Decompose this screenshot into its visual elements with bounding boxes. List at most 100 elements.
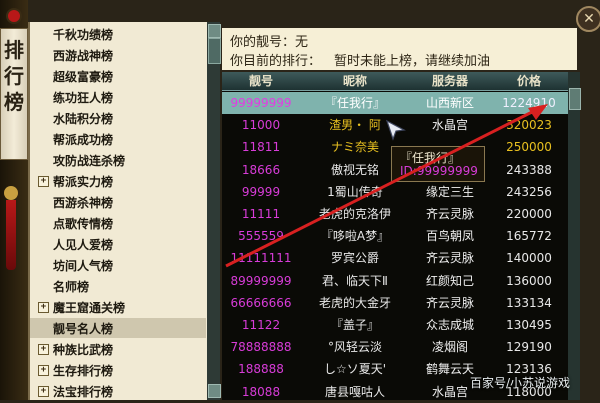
list-item-3[interactable]: 超级富豪榜 (30, 66, 206, 86)
list-item-5[interactable]: 水陆积分榜 (30, 108, 206, 128)
cell-price: 320023 (506, 118, 552, 133)
list-item-10[interactable]: 点歌传情榜 (30, 213, 206, 233)
expand-icon[interactable]: + (38, 175, 49, 187)
scroll-down-button[interactable] (208, 384, 221, 398)
list-item-label: 水陆积分榜 (53, 111, 114, 126)
list-item-label: 西游战神榜 (53, 48, 114, 63)
cell-number: 11122 (241, 318, 281, 332)
cell-server: 红颜知己 (425, 273, 474, 288)
table-row[interactable]: 99999 1蜀山传奇 缘定三生 243256 (222, 181, 568, 203)
cell-number: 18666 (241, 162, 281, 177)
banner-char-3: 榜 (4, 90, 24, 114)
cell-number: 99999999 (230, 96, 292, 110)
banner-title: 排 行 榜 (3, 37, 25, 115)
red-tassel (6, 200, 16, 270)
list-item-label: 西游杀神榜 (53, 195, 114, 210)
table-row[interactable]: 99999999 『任我行』 山西新区 1224910 (222, 92, 568, 114)
cell-price: 220000 (506, 207, 552, 221)
player-tooltip: 『任我行』 ID:99999999 (391, 146, 485, 182)
cell-server: 百鸟朝凤 (425, 229, 474, 244)
cell-price: 140000 (506, 251, 552, 266)
tassel-knot (4, 186, 18, 200)
cell-number: 555559 (238, 229, 284, 244)
expand-icon[interactable]: + (38, 343, 49, 355)
list-item-7[interactable]: 攻防战连杀榜 (30, 150, 206, 170)
cell-nickname: 『盖子』 (330, 318, 379, 332)
banner-char-2: 行 (4, 64, 24, 88)
table-row[interactable]: 66666666 老虎的大金牙 齐云灵脉 133134 (222, 292, 568, 314)
cell-nickname: 1蜀山传奇 (327, 184, 383, 199)
table-scrollbar[interactable] (568, 72, 581, 400)
list-item-label: 人见人爱榜 (53, 237, 114, 252)
column-header-price[interactable]: 价格 (490, 72, 568, 90)
column-header-nickname[interactable]: 昵称 (300, 72, 410, 90)
list-item-14[interactable]: + 魔王窟通关榜 (30, 297, 206, 317)
list-item-label: 超级富豪榜 (53, 69, 114, 84)
column-header-server[interactable]: 服务器 (410, 72, 490, 90)
cell-nickname: 老虎的克洛伊 (318, 207, 391, 221)
list-item-1[interactable]: 千秋功绩榜 (30, 24, 206, 44)
cell-number: 11000 (241, 118, 281, 133)
cell-number: 11111111 (230, 251, 292, 266)
list-item-label: 帮派成功榜 (53, 132, 114, 147)
list-item-6[interactable]: 帮派成功榜 (30, 129, 206, 149)
cell-price: 1224910 (502, 96, 556, 110)
list-item-4[interactable]: 练功狂人榜 (30, 87, 206, 107)
list-item-16[interactable]: + 种族比武榜 (30, 339, 206, 359)
table-row[interactable]: 11122 『盖子』 众志成城 130495 (222, 314, 568, 336)
cell-number: 11111 (241, 207, 281, 221)
table-row[interactable]: 78888888 °风轻云淡 凌烟阁 129190 (222, 336, 568, 358)
left-banner: 排 行 榜 (0, 0, 28, 400)
list-item-8[interactable]: + 帮派实力榜 (30, 171, 206, 191)
cell-number: 99999 (241, 184, 281, 199)
cell-nickname: し☆ソ夏天' (323, 362, 387, 377)
scroll-up-button[interactable] (208, 24, 221, 38)
watermark-text: 百家号/小苏说游戏 (470, 376, 571, 390)
cell-server: 凌烟阁 (431, 340, 468, 355)
tooltip-id: ID:99999999 (400, 164, 478, 178)
list-scrollbar[interactable] (207, 22, 221, 400)
table-row[interactable]: 555559 『哆啦A梦』 百鸟朝凤 165772 (222, 225, 568, 247)
cell-server: 缘定三生 (425, 184, 474, 199)
table-row[interactable]: 11111 老虎的克洛伊 齐云灵脉 220000 (222, 203, 568, 225)
cell-number: 78888888 (230, 340, 292, 355)
list-item-12[interactable]: 坊间人气榜 (30, 255, 206, 275)
cell-server: 齐云灵脉 (425, 251, 474, 266)
list-item-18[interactable]: + 法宝排行榜 (30, 381, 206, 401)
cell-server: 众志成城 (425, 318, 474, 332)
list-item-label: 千秋功绩榜 (53, 27, 114, 42)
my-rank-label: 你目前的排行： (230, 54, 322, 69)
table-row[interactable]: 11111111 罗宾公爵 齐云灵脉 140000 (222, 247, 568, 269)
cell-nickname: 唐县嘎咕人 (324, 384, 385, 399)
table-scroll-thumb[interactable] (569, 88, 581, 110)
expand-icon[interactable]: + (38, 385, 49, 397)
knot-ornament (6, 8, 22, 24)
list-item-label: 坊间人气榜 (53, 258, 114, 273)
cell-number: 188888 (238, 362, 284, 377)
list-item-15[interactable]: 靓号名人榜 (30, 318, 206, 338)
list-item-17[interactable]: + 生存排行榜 (30, 360, 206, 380)
cell-nickname: 君、临天下Ⅱ (322, 273, 388, 288)
expand-icon[interactable]: + (38, 301, 49, 313)
list-item-2[interactable]: 西游战神榜 (30, 45, 206, 65)
cell-nickname: °风轻云淡 (327, 340, 382, 355)
list-item-11[interactable]: 人见人爱榜 (30, 234, 206, 254)
list-item-label: 名师榜 (53, 279, 90, 294)
table-row[interactable]: 89999999 君、临天下Ⅱ 红颜知己 136000 (222, 270, 568, 292)
list-item-label: 种族比武榜 (53, 342, 114, 357)
cell-nickname: 罗宾公爵 (330, 251, 379, 266)
scroll-thumb[interactable] (208, 38, 221, 64)
list-item-label: 魔王窟通关榜 (53, 300, 126, 315)
expand-icon[interactable]: + (38, 364, 49, 376)
cell-price: 130495 (506, 318, 552, 332)
column-header-number[interactable]: 靓号 (222, 72, 300, 90)
list-item-label: 练功狂人榜 (53, 90, 114, 105)
list-item-13[interactable]: 名师榜 (30, 276, 206, 296)
cell-number: 66666666 (230, 295, 292, 310)
cell-server: 齐云灵脉 (425, 295, 474, 310)
list-item-label: 点歌传情榜 (53, 216, 114, 231)
cell-price: 243388 (506, 162, 552, 177)
list-item-label: 帮派实力榜 (53, 174, 114, 189)
list-item-9[interactable]: 西游杀神榜 (30, 192, 206, 212)
close-button[interactable]: ✕ (576, 6, 600, 32)
